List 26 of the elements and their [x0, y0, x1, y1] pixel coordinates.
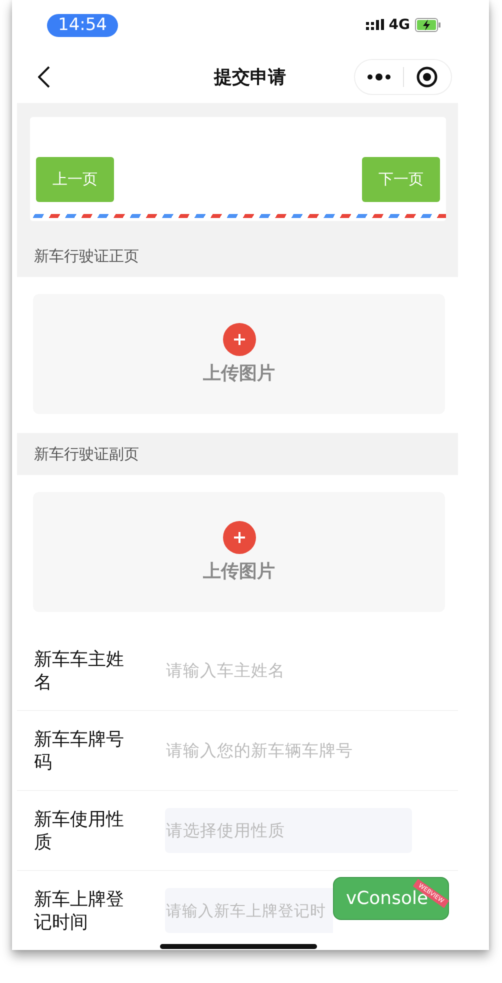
field-label: 新车使用性质: [34, 808, 125, 854]
picker-field[interactable]: 请输入新车上牌登记时: [165, 888, 333, 933]
network-label: 4G: [388, 17, 410, 33]
upload-area[interactable]: 上传图片: [33, 294, 445, 414]
field-label: 新车车牌号码: [34, 728, 125, 774]
status-time: 14:54: [47, 14, 118, 36]
input-field[interactable]: 请输入车主姓名: [165, 648, 412, 693]
add-icon: [222, 323, 256, 356]
page-title: 提交申请: [214, 66, 286, 88]
add-icon: [222, 521, 256, 554]
field-label: 新车车主姓名: [34, 648, 125, 694]
input-field[interactable]: 请输入您的新车辆车牌号: [165, 728, 412, 773]
prev-page-button[interactable]: 上一页: [36, 157, 114, 202]
upload-area[interactable]: 上传图片: [33, 492, 445, 612]
back-icon: [38, 66, 50, 88]
battery-icon: [415, 18, 441, 32]
picker-field[interactable]: 请选择使用性质: [165, 808, 412, 853]
next-page-button[interactable]: 下一页: [362, 157, 440, 202]
more-icon[interactable]: [366, 72, 391, 80]
field-label: 新车上牌登记时间: [34, 888, 125, 934]
upload-label: 上传图片: [203, 362, 275, 385]
upload-label: 上传图片: [203, 560, 275, 583]
section-title: 新车行驶证副页: [34, 444, 139, 464]
close-icon[interactable]: [416, 66, 438, 88]
signal-icon: [366, 19, 385, 31]
section-title: 新车行驶证正页: [34, 246, 139, 266]
